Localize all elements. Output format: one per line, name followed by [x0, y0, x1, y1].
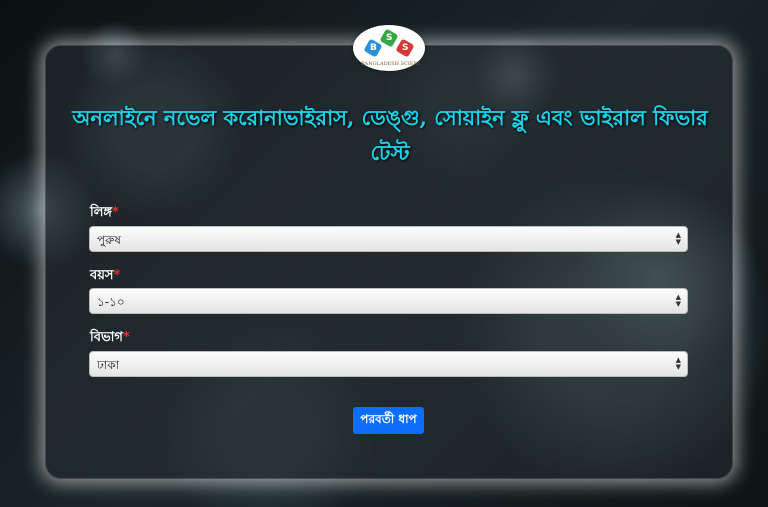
gender-label: লিঙ্গ* [90, 205, 119, 220]
gender-select-value: পুরুষ [97, 233, 121, 247]
age-select-value: ১-১০ [97, 295, 125, 309]
required-mark: * [112, 205, 119, 220]
logo-hex-icon: S [395, 38, 415, 58]
gender-select[interactable]: পুরুষ ▲ ▼ [89, 226, 688, 252]
age-select[interactable]: ১-১০ ▲ ▼ [89, 288, 688, 314]
division-select[interactable]: ঢাকা ▲ ▼ [89, 351, 688, 377]
required-mark: * [122, 330, 130, 345]
logo-hex-icon: S [379, 28, 399, 48]
logo-text: BANGLADESH SCIENCE SOCIETY [361, 61, 421, 67]
page-title: অনলাইনে নভেল করোনাভাইরাস, ডেঙ্গু, সোয়াই… [72, 105, 708, 165]
select-arrows-icon: ▲ ▼ [675, 293, 681, 308]
select-arrows-icon: ▲ ▼ [675, 231, 681, 246]
select-arrows-icon: ▲ ▼ [675, 356, 681, 371]
age-label: বয়স* [90, 268, 121, 283]
required-mark: * [113, 268, 121, 283]
logo-hex-icon: B [363, 38, 383, 58]
logo: B S S BANGLADESH SCIENCE SOCIETY [353, 25, 425, 71]
division-label: বিভাগ* [90, 330, 130, 345]
division-select-value: ঢাকা [97, 358, 120, 372]
next-step-button[interactable]: পরবর্তী ধাপ [353, 407, 424, 434]
